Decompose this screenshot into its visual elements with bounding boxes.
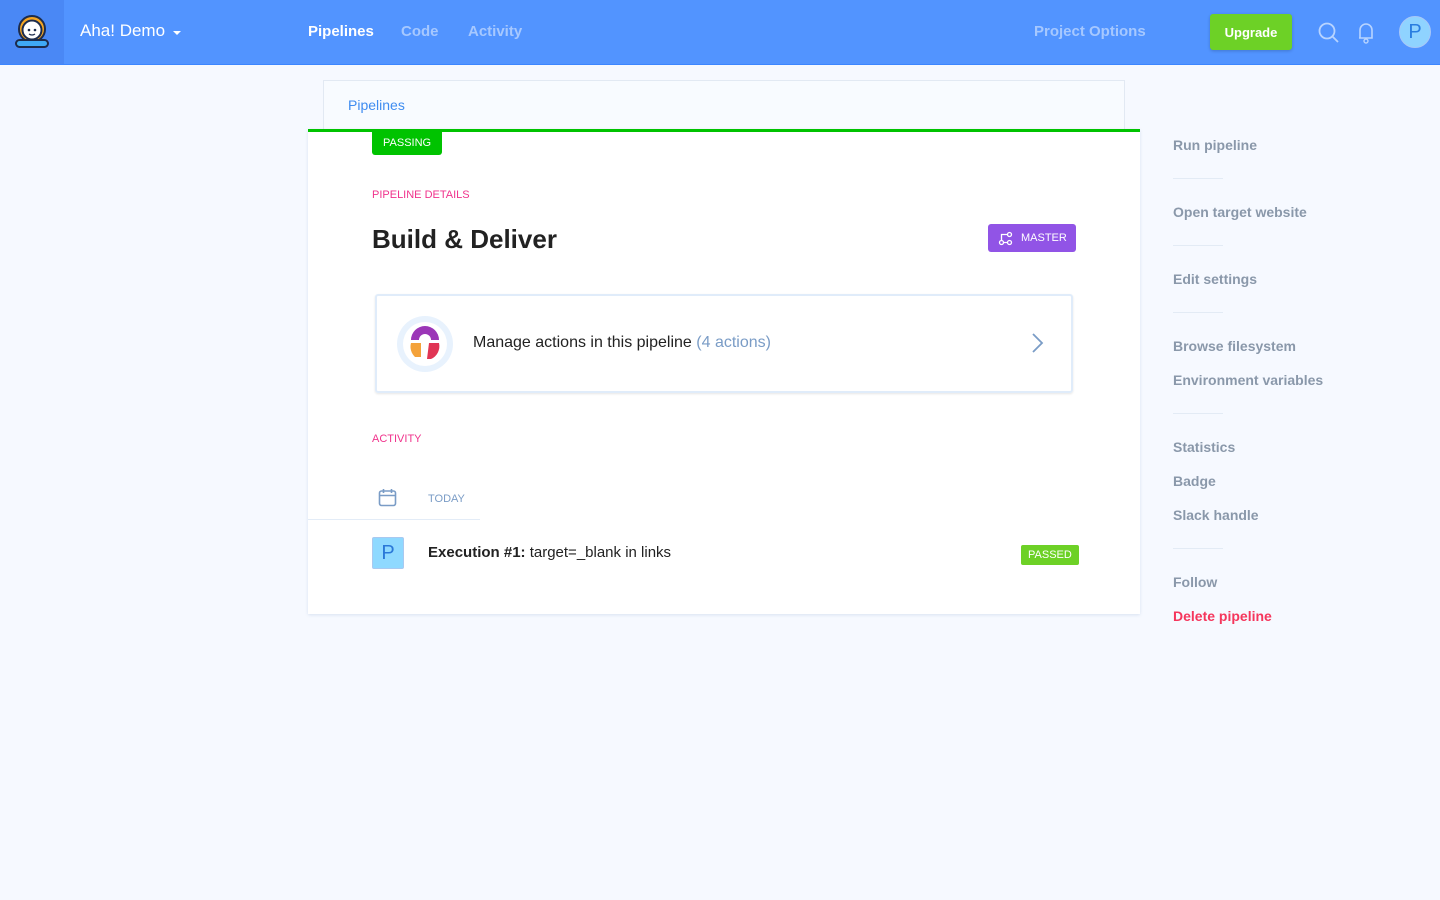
project-options-link[interactable]: Project Options bbox=[1034, 23, 1146, 40]
breadcrumb: Pipelines bbox=[323, 80, 1125, 132]
sidebar-slack-handle[interactable]: Slack handle bbox=[1173, 507, 1259, 523]
divider bbox=[1173, 178, 1223, 179]
sidebar-follow[interactable]: Follow bbox=[1173, 574, 1217, 590]
section-label: PIPELINE DETAILS bbox=[372, 189, 470, 201]
execution-avatar: P bbox=[372, 537, 404, 569]
astronaut-logo-icon bbox=[15, 15, 49, 48]
top-navbar: Aha! Demo Pipelines Code Activity Projec… bbox=[0, 0, 1440, 65]
caret-down-icon bbox=[173, 30, 182, 35]
nav-code[interactable]: Code bbox=[401, 23, 439, 40]
page-title: Build & Deliver bbox=[372, 224, 557, 254]
sidebar-open-target-website[interactable]: Open target website bbox=[1173, 204, 1307, 220]
sidebar-edit-settings[interactable]: Edit settings bbox=[1173, 271, 1257, 287]
branch-name: MASTER bbox=[1021, 232, 1067, 244]
bell-icon[interactable] bbox=[1356, 21, 1376, 45]
breadcrumb-pipelines[interactable]: Pipelines bbox=[348, 97, 405, 113]
manage-actions-link[interactable]: Manage actions in this pipeline (4 actio… bbox=[375, 294, 1073, 393]
manage-actions-text: Manage actions in this pipeline (4 actio… bbox=[473, 334, 771, 352]
search-icon[interactable] bbox=[1318, 22, 1340, 44]
calendar-icon bbox=[378, 489, 397, 507]
nav-pipelines[interactable]: Pipelines bbox=[308, 23, 374, 40]
sidebar-run-pipeline[interactable]: Run pipeline bbox=[1173, 137, 1257, 153]
divider bbox=[308, 519, 480, 520]
sidebar-browse-filesystem[interactable]: Browse filesystem bbox=[1173, 338, 1296, 354]
gear-icon bbox=[397, 316, 453, 372]
actions-count: (4 actions) bbox=[696, 334, 771, 351]
pipeline-card: PASSING PIPELINE DETAILS Build & Deliver… bbox=[308, 129, 1140, 614]
chevron-right-icon bbox=[1032, 333, 1044, 353]
nav-activity[interactable]: Activity bbox=[468, 23, 522, 40]
sidebar-badge[interactable]: Badge bbox=[1173, 473, 1216, 489]
branch-badge[interactable]: MASTER bbox=[988, 224, 1076, 252]
project-name: Aha! Demo bbox=[80, 21, 166, 40]
divider bbox=[1173, 413, 1223, 414]
activity-label: ACTIVITY bbox=[372, 433, 422, 445]
execution-message: target=_blank in links bbox=[529, 544, 672, 561]
divider bbox=[1173, 245, 1223, 246]
divider bbox=[1173, 548, 1223, 549]
day-label: TODAY bbox=[428, 493, 465, 505]
execution-status-badge: PASSED bbox=[1021, 545, 1079, 565]
sidebar-statistics[interactable]: Statistics bbox=[1173, 439, 1235, 455]
execution-row[interactable]: Execution #1: target=_blank in links bbox=[428, 544, 671, 561]
project-switcher[interactable]: Aha! Demo bbox=[80, 21, 182, 41]
sidebar-environment-variables[interactable]: Environment variables bbox=[1173, 372, 1323, 388]
user-avatar[interactable]: P bbox=[1399, 16, 1431, 48]
divider bbox=[1173, 312, 1223, 313]
status-badge: PASSING bbox=[372, 132, 443, 155]
branch-icon bbox=[998, 231, 1013, 245]
execution-label: Execution #1: bbox=[428, 544, 526, 561]
manage-actions-label: Manage actions in this pipeline bbox=[473, 334, 692, 351]
upgrade-button[interactable]: Upgrade bbox=[1210, 14, 1292, 50]
sidebar-delete-pipeline[interactable]: Delete pipeline bbox=[1173, 608, 1272, 624]
logo[interactable] bbox=[0, 0, 64, 64]
